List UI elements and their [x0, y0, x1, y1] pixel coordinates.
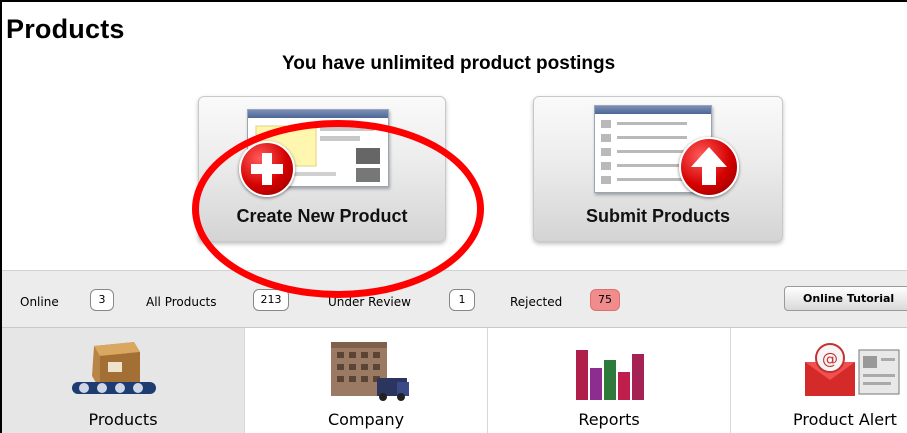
tab-reports-label: Reports [578, 410, 640, 429]
tab-company-label: Company [327, 410, 405, 429]
create-new-product-button[interactable]: Create New Product [198, 96, 446, 242]
create-new-product-label: Create New Product [236, 206, 408, 226]
main-nav-tabs: Products Company Reports @ Product Alert [2, 328, 907, 433]
online-label: Online [20, 295, 59, 309]
posting-quota-message: You have unlimited product postings [282, 53, 616, 74]
svg-text:@: @ [822, 349, 838, 368]
tab-product-alert[interactable]: @ Product Alert [731, 328, 907, 433]
tab-reports[interactable]: Reports [488, 328, 731, 433]
online-tutorial-button[interactable]: Online Tutorial [784, 286, 907, 311]
bar-chart-icon [570, 340, 650, 407]
under-review-count-badge[interactable]: 1 [449, 289, 475, 311]
all-products-label: All Products [146, 295, 217, 309]
under-review-label: Under Review [328, 295, 411, 309]
tab-product-alert-label: Product Alert [793, 410, 897, 429]
submit-products-button[interactable]: Submit Products [533, 96, 783, 242]
online-count-badge[interactable]: 3 [90, 289, 114, 311]
page-title: Products [6, 14, 125, 44]
upload-arrow-icon [679, 137, 739, 197]
tab-products-label: Products [88, 410, 158, 429]
building-icon [319, 338, 415, 407]
all-products-count-badge[interactable]: 213 [253, 289, 289, 311]
boxes-icon [64, 338, 164, 405]
rejected-count-badge[interactable]: 75 [590, 289, 620, 311]
rejected-label: Rejected [510, 295, 563, 309]
tab-products[interactable]: Products [2, 328, 245, 433]
tab-company[interactable]: Company [245, 328, 488, 433]
submit-products-label: Submit Products [585, 206, 730, 226]
email-alert-icon: @ [803, 340, 903, 407]
plus-icon [239, 141, 295, 197]
product-status-bar: Online 3 All Products 213 Under Review 1… [2, 270, 907, 328]
